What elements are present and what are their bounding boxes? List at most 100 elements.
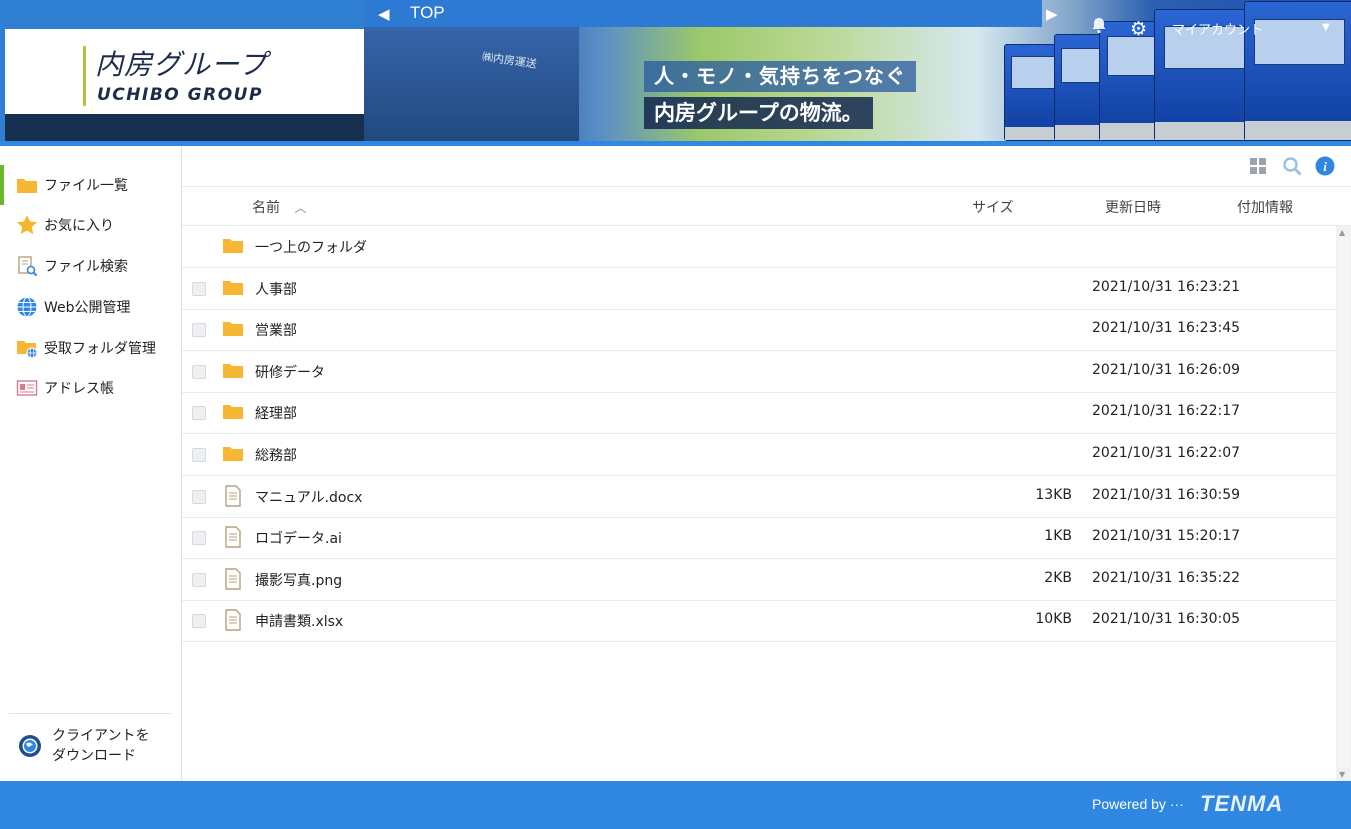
folder-globe-icon — [16, 337, 38, 359]
shirt-print: ㈱内房運送 — [481, 50, 538, 71]
row-name[interactable]: マニュアル.docx — [255, 487, 362, 507]
scrollbar-thumb[interactable] — [1338, 238, 1349, 768]
slogan-line-2: 内房グループの物流。 — [644, 97, 873, 129]
row-checkbox[interactable] — [192, 364, 206, 379]
sidebar-item-label: お気に入り — [44, 218, 114, 234]
file-icon — [225, 609, 241, 632]
client-download-link[interactable]: クライアントを ダウンロード — [18, 726, 168, 766]
sidebar-item-label: アドレス帳 — [44, 381, 114, 397]
file-icon — [225, 484, 241, 507]
parent-folder-row[interactable]: 一つ上のフォルダ — [182, 226, 1336, 268]
row-updated: 2021/10/31 16:22:07 — [1092, 445, 1241, 461]
row-name[interactable]: 研修データ — [255, 362, 325, 382]
folder-icon — [223, 405, 243, 420]
row-checkbox[interactable] — [192, 448, 206, 462]
client-download-text: クライアントを ダウンロード — [52, 726, 149, 766]
sidebar-item-favorites[interactable]: お気に入り — [0, 205, 181, 245]
table-row[interactable]: 総務部 2021/10/31 16:22:07 — [182, 434, 1336, 476]
sidebar-item-label: ファイル検索 — [44, 259, 128, 275]
logo[interactable]: 内房グループ UCHIBO GROUP — [5, 29, 364, 114]
chevron-left-icon[interactable]: ◀ — [378, 5, 390, 23]
row-name[interactable]: 経理部 — [255, 403, 297, 423]
sidebar-item-file-search[interactable]: ファイル検索 — [0, 246, 181, 286]
row-size: 2KB — [1044, 569, 1072, 586]
column-size[interactable]: サイズ — [972, 197, 1014, 217]
grid-view-icon[interactable] — [1248, 156, 1268, 176]
account-menu[interactable]: マイアカウント — [1172, 19, 1263, 38]
table-row[interactable]: 撮影写真.png 2KB 2021/10/31 16:35:22 — [182, 559, 1336, 601]
row-updated: 2021/10/31 16:30:59 — [1092, 486, 1241, 503]
row-name[interactable]: 総務部 — [255, 445, 297, 465]
row-checkbox[interactable] — [192, 406, 206, 421]
row-checkbox[interactable] — [192, 489, 206, 504]
address-card-icon — [16, 377, 38, 399]
row-updated: 2021/10/31 16:35:22 — [1092, 569, 1241, 586]
info-icon[interactable]: i — [1315, 156, 1335, 176]
folder-icon — [223, 447, 243, 461]
row-size: 13KB — [1035, 486, 1072, 503]
sidebar-item-receive-folder[interactable]: 受取フォルダ管理 — [0, 328, 181, 368]
client-download-line2: ダウンロード — [52, 748, 136, 764]
parent-folder-label[interactable]: 一つ上のフォルダ — [255, 237, 367, 257]
table-row[interactable]: 申請書類.xlsx 10KB 2021/10/31 16:30:05 — [182, 600, 1336, 643]
toolbar: i — [182, 146, 1351, 187]
table-row[interactable]: 営業部 2021/10/31 16:23:45 — [182, 309, 1336, 352]
star-icon — [16, 214, 38, 236]
row-updated: 2021/10/31 16:26:09 — [1092, 361, 1241, 378]
column-info[interactable]: 付加情報 — [1237, 197, 1293, 217]
file-icon — [225, 568, 241, 590]
chevron-down-icon[interactable]: ▼ — [1322, 22, 1330, 33]
row-checkbox[interactable] — [192, 281, 206, 296]
sidebar-item-web-publish[interactable]: Web公開管理 — [0, 287, 181, 327]
column-header: 名前 ︿ サイズ 更新日時 付加情報 — [182, 187, 1351, 226]
row-name[interactable]: 申請書類.xlsx — [255, 611, 343, 631]
table-row[interactable]: 研修データ 2021/10/31 16:26:09 — [182, 351, 1336, 393]
row-checkbox[interactable] — [192, 572, 206, 587]
sidebar-item-label: 受取フォルダ管理 — [44, 341, 156, 357]
download-globe-icon — [19, 735, 41, 757]
folder-icon — [223, 280, 243, 295]
row-checkbox[interactable] — [192, 614, 206, 629]
sidebar-item-file-list[interactable]: ファイル一覧 — [0, 165, 181, 205]
row-updated: 2021/10/31 16:22:17 — [1092, 403, 1241, 420]
row-name[interactable]: 人事部 — [255, 279, 297, 299]
column-name[interactable]: 名前 ︿ — [252, 197, 306, 217]
breadcrumb-bar: ◀ TOP — [364, 0, 1042, 27]
chevron-right-icon[interactable]: ▶ — [1046, 5, 1058, 23]
scroll-down-icon[interactable]: ▼ — [1339, 770, 1345, 779]
folder-icon — [223, 239, 243, 253]
powered-by-text: Powered by ··· — [1092, 796, 1184, 812]
row-updated: 2021/10/31 15:20:17 — [1092, 528, 1241, 545]
folder-icon — [223, 322, 243, 337]
row-name[interactable]: 撮影写真.png — [255, 570, 342, 590]
row-size: 10KB — [1035, 611, 1072, 628]
header: ㈱内房運送 内房グループ UCHIBO GROUP 人・モノ・気持ちをつなぐ 内… — [0, 0, 1351, 141]
vertical-scrollbar[interactable]: ▲ ▼ — [1336, 226, 1351, 781]
gear-icon[interactable]: ⚙ — [1130, 18, 1147, 40]
row-checkbox[interactable] — [192, 531, 206, 546]
row-name[interactable]: ロゴデータ.ai — [255, 528, 342, 548]
row-checkbox[interactable] — [192, 323, 206, 338]
scroll-up-icon[interactable]: ▲ — [1339, 228, 1345, 237]
column-updated[interactable]: 更新日時 — [1105, 197, 1161, 217]
svg-text:i: i — [1323, 159, 1327, 174]
row-name[interactable]: 営業部 — [255, 320, 297, 340]
file-icon — [225, 526, 241, 548]
row-updated: 2021/10/31 16:30:05 — [1092, 611, 1241, 628]
sidebar-item-address-book[interactable]: アドレス帳 — [0, 368, 181, 408]
table-row[interactable]: マニュアル.docx 13KB 2021/10/31 16:30:59 — [182, 476, 1336, 518]
search-icon[interactable] — [1282, 156, 1302, 176]
bell-icon[interactable] — [1090, 16, 1108, 34]
logo-accent-line — [83, 46, 86, 106]
table-row[interactable]: ロゴデータ.ai 1KB 2021/10/31 15:20:17 — [182, 517, 1336, 560]
table-row[interactable]: 経理部 2021/10/31 16:22:17 — [182, 392, 1336, 435]
sort-ascending-icon: ︿ — [294, 201, 307, 215]
sidebar: ファイル一覧 お気に入り ファイル検索 Web公開管理 受取フォルダ管理 アドレ… — [0, 146, 182, 781]
logo-japanese-text: 内房グループ — [95, 48, 268, 81]
breadcrumb-top[interactable]: TOP — [410, 3, 445, 23]
logo-underbar — [5, 114, 364, 141]
sidebar-divider — [9, 713, 171, 714]
sidebar-item-label: ファイル一覧 — [44, 178, 128, 194]
table-row[interactable]: 人事部 2021/10/31 16:23:21 — [182, 268, 1336, 310]
file-list-panel: i 名前 ︿ サイズ 更新日時 付加情報 一つ上のフォルダ 人事部 2021/1… — [182, 146, 1351, 781]
